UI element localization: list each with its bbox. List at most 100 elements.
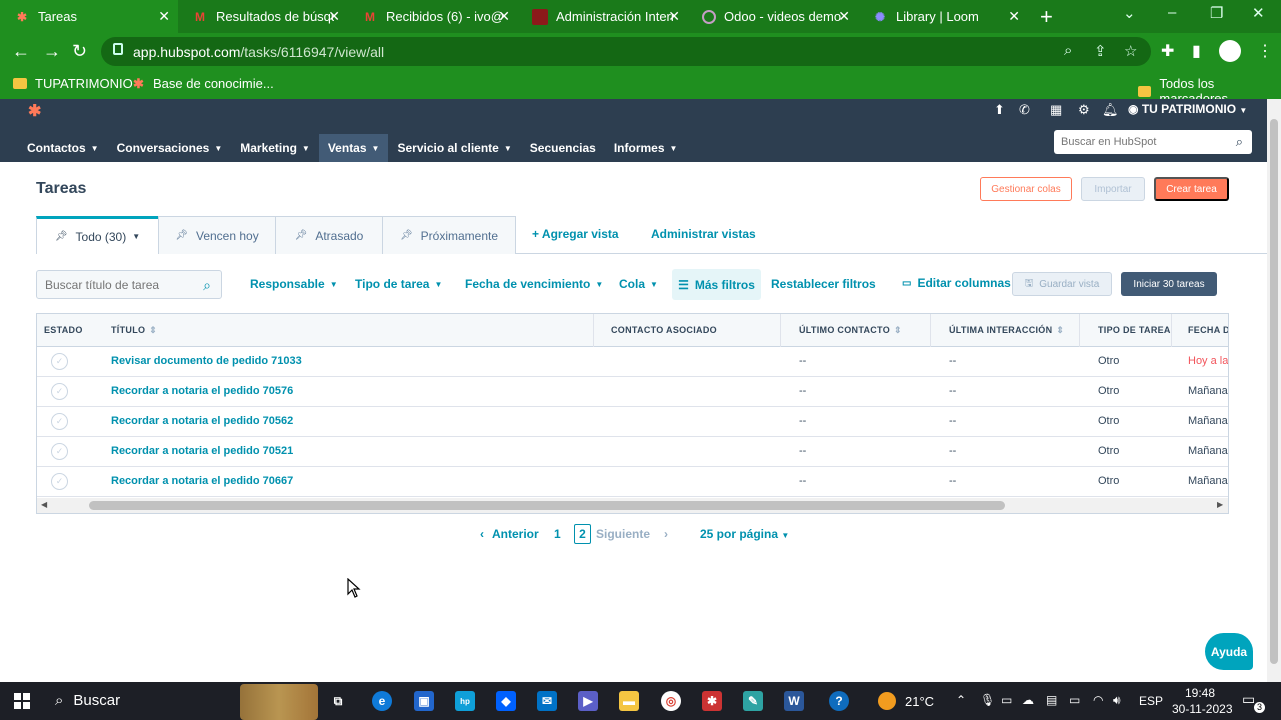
close-icon[interactable]: ✕ — [838, 8, 850, 25]
upgrade-icon[interactable]: ⬆ — [994, 102, 1005, 118]
browser-tab-tareas[interactable]: ✱ Tareas ✕ — [0, 0, 178, 33]
reload-icon[interactable]: ↻ — [72, 41, 87, 62]
forward-icon[interactable]: → — [43, 41, 61, 62]
word-icon[interactable]: W — [784, 691, 804, 711]
cloud-icon[interactable]: ☁ — [1022, 693, 1034, 707]
page-scrollbar[interactable] — [1267, 99, 1281, 682]
dropbox-icon[interactable]: ◆ — [496, 691, 516, 711]
gear-icon[interactable]: ⚙ — [1078, 102, 1090, 118]
search-input[interactable] — [1054, 130, 1214, 154]
task-title-link[interactable]: Recordar a notaria el pedido 70521 — [111, 445, 293, 457]
search-icon[interactable]: ⌕ — [203, 277, 211, 294]
create-task-button[interactable]: Crear tarea — [1154, 177, 1229, 201]
battery-icon[interactable]: ▭ — [1069, 693, 1080, 707]
restore-icon[interactable]: ❐ — [1210, 4, 1223, 22]
menu-conversaciones[interactable]: Conversaciones ▼ — [108, 134, 232, 162]
media-icon[interactable]: ▶ — [578, 691, 598, 711]
chrome-icon[interactable]: ◎ — [661, 691, 681, 711]
tab-todo[interactable]: 📌︎ Todo (30) ▼ — [36, 216, 159, 254]
bell-icon[interactable]: 🔔︎ — [1102, 102, 1119, 118]
weather-widget[interactable]: 21°C — [878, 692, 934, 710]
page-2-button[interactable]: 2 — [574, 524, 591, 544]
help-button[interactable]: Ayuda — [1205, 633, 1253, 670]
clock-time[interactable]: 19:48 — [1185, 686, 1215, 700]
browser-tab-odoo[interactable]: Odoo - videos demo ✕ — [688, 0, 858, 33]
file-explorer-icon[interactable]: ▬ — [619, 691, 639, 711]
browser-tab-admin[interactable]: Administración Intern ✕ — [518, 0, 688, 33]
side-panel-icon[interactable]: ▮ — [1192, 41, 1201, 61]
complete-task-checkbox[interactable]: ✓ — [51, 383, 68, 400]
complete-task-checkbox[interactable]: ✓ — [51, 443, 68, 460]
edge-icon[interactable]: e — [372, 691, 392, 711]
start-tasks-button[interactable]: Iniciar 30 tareas — [1121, 272, 1217, 296]
zoom-icon[interactable]: ⌕ — [1064, 42, 1072, 59]
column-header-tipo[interactable]: TIPO DE TAREA — [1098, 325, 1171, 335]
close-icon[interactable]: ✕ — [328, 8, 340, 25]
browser-tab-loom[interactable]: ✺ Library | Loom ✕ — [858, 0, 1028, 33]
table-scrollbar[interactable]: ◀ ▶ — [37, 498, 1228, 513]
close-icon[interactable]: ✕ — [158, 8, 170, 25]
scroll-right-icon[interactable]: ▶ — [1217, 500, 1223, 509]
notes-icon[interactable]: ✎ — [743, 691, 763, 711]
extensions-icon[interactable]: ✚ — [1161, 41, 1174, 61]
marketplace-icon[interactable]: ▦ — [1050, 102, 1062, 118]
volume-icon[interactable]: 🔊︎ — [1113, 693, 1121, 708]
close-icon[interactable]: ✕ — [498, 8, 510, 25]
column-header-fecha[interactable]: FECHA D — [1188, 325, 1228, 335]
menu-marketing[interactable]: Marketing ▼ — [231, 134, 319, 162]
windows-start-icon[interactable] — [14, 693, 30, 709]
tab-atrasado[interactable]: 📌︎ Atrasado — [275, 216, 383, 254]
avatar[interactable] — [1219, 40, 1241, 62]
save-view-button[interactable]: 🖫︎ Guardar vista — [1012, 272, 1112, 296]
scrollbar-thumb[interactable] — [1270, 119, 1278, 664]
menu-kebab-icon[interactable]: ⋮ — [1257, 41, 1273, 61]
help-icon[interactable]: ? — [829, 691, 849, 711]
next-page-button[interactable]: Siguiente › — [596, 527, 668, 541]
column-header-estado[interactable]: ESTADO — [44, 325, 83, 335]
input-language[interactable]: ESP — [1139, 694, 1163, 708]
add-view-button[interactable]: + Agregar vista — [532, 227, 619, 241]
edit-columns-button[interactable]: ▭ Editar columnas — [902, 276, 1011, 290]
minimize-icon[interactable]: – — [1168, 4, 1176, 21]
bookmark-tupatrimonio[interactable]: TUPATRIMONIO — [13, 76, 133, 91]
column-header-ultima-interaccion[interactable]: ÚLTIMA INTERACCIÓN ⇕ — [949, 325, 1064, 336]
task-title-link[interactable]: Recordar a notaria el pedido 70576 — [111, 385, 293, 397]
microphone-icon[interactable]: 🎙︎ — [980, 693, 995, 707]
display-icon[interactable]: ▤ — [1046, 693, 1057, 707]
menu-informes[interactable]: Informes ▼ — [605, 134, 687, 162]
complete-task-checkbox[interactable]: ✓ — [51, 353, 68, 370]
app-icon[interactable]: ✱ — [702, 691, 722, 711]
filter-task-type[interactable]: Tipo de tarea ▼ — [355, 277, 442, 291]
tab-vencen-hoy[interactable]: 📌︎ Vencen hoy — [158, 216, 276, 254]
meet-icon[interactable]: ▭ — [1001, 693, 1012, 707]
site-info-icon[interactable] — [113, 43, 123, 55]
search-highlight-image[interactable] — [240, 684, 318, 720]
complete-task-checkbox[interactable]: ✓ — [51, 473, 68, 490]
column-header-contacto[interactable]: CONTACTO ASOCIADO — [611, 325, 717, 335]
search-input[interactable] — [37, 271, 187, 298]
column-header-ultimo-contacto[interactable]: ÚLTIMO CONTACTO ⇕ — [799, 325, 902, 336]
share-icon[interactable]: ⇪ — [1094, 42, 1107, 60]
hubspot-logo-icon[interactable]: ✱ — [28, 101, 41, 121]
close-icon[interactable]: ✕ — [668, 8, 680, 25]
chevron-up-icon[interactable]: ⌃ — [956, 693, 966, 707]
tab-proximamente[interactable]: 📌︎ Próximamente — [382, 216, 516, 254]
store-icon[interactable]: ▣ — [414, 691, 434, 711]
new-tab-icon[interactable]: + — [1040, 4, 1053, 30]
filter-queue[interactable]: Cola ▼ — [619, 277, 658, 291]
task-title-link[interactable]: Recordar a notaria el pedido 70562 — [111, 415, 293, 427]
search-icon[interactable]: ⌕ — [1236, 134, 1243, 150]
manage-queues-button[interactable]: Gestionar colas — [980, 177, 1072, 201]
browser-tab-gmail-inbox[interactable]: M Recibidos (6) - ivo@t ✕ — [348, 0, 518, 33]
account-menu[interactable]: ◉ TU PATRIMONIO ▼ — [1128, 102, 1247, 116]
wifi-icon[interactable]: ◠ — [1093, 693, 1103, 707]
task-title-link[interactable]: Recordar a notaria el pedido 70667 — [111, 475, 293, 487]
reset-filters-button[interactable]: Restablecer filtros — [771, 277, 876, 291]
complete-task-checkbox[interactable]: ✓ — [51, 413, 68, 430]
page-1-button[interactable]: 1 — [554, 527, 561, 541]
scroll-left-icon[interactable]: ◀ — [41, 500, 47, 509]
scrollbar-thumb[interactable] — [89, 501, 1005, 510]
page-size-select[interactable]: 25 por página ▼ — [700, 527, 789, 541]
taskbar-search[interactable]: ⌕ Buscar — [55, 692, 120, 709]
manage-views-button[interactable]: Administrar vistas — [651, 227, 756, 241]
